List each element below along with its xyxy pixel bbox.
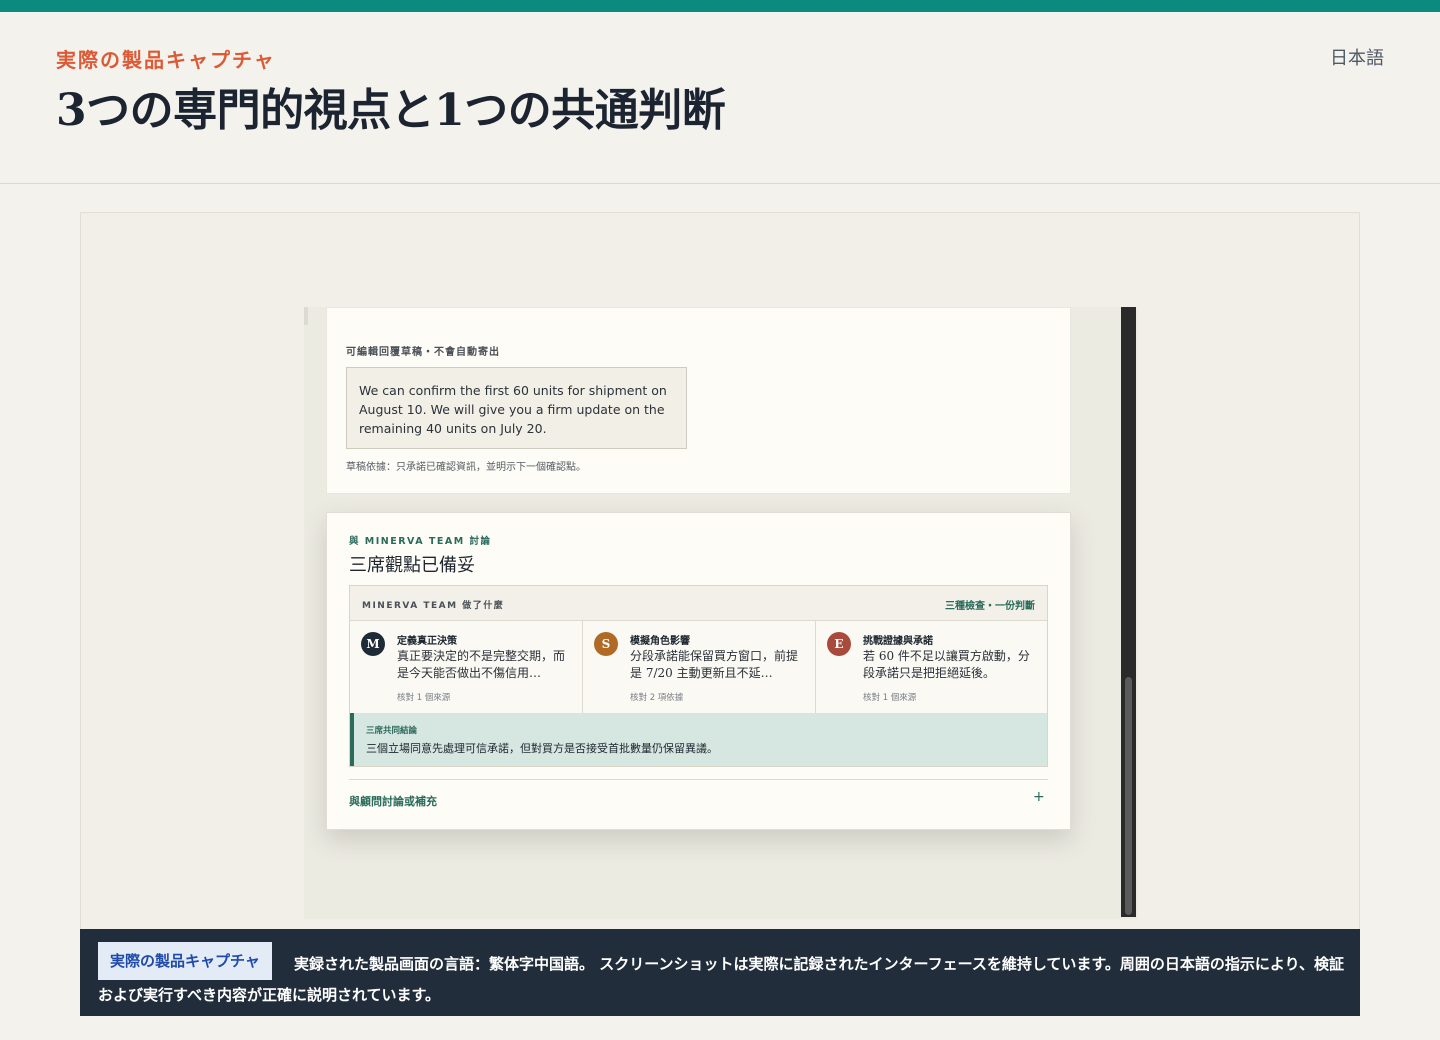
shared-conclusion: 三席共同結論 三個立場同意先處理可信承諾，但對買方是否接受首批數量仍保留異議。: [350, 713, 1047, 766]
role-source-count: 核對 1 個來源: [863, 693, 917, 703]
shared-conclusion-label: 三席共同結論: [366, 726, 418, 736]
avatar: S: [594, 632, 618, 656]
draft-card-title: 可編輯回覆草稿・不會自動寄出: [346, 347, 500, 358]
product-screenshot: 可編輯回覆草稿・不會自動寄出 We can confirm the first …: [304, 307, 1138, 919]
team-summary-box: MINERVA TEAM 做了什麼 三種檢查・一份判斷 M 定義真正決策 真正要…: [349, 585, 1048, 767]
caption-badge: 実際の製品キャプチャ: [98, 942, 272, 980]
plus-icon[interactable]: +: [1033, 790, 1045, 804]
draft-reply-text[interactable]: We can confirm the first 60 units for sh…: [346, 367, 687, 449]
team-summary-header: MINERVA TEAM 做了什麼 三種檢查・一份判斷: [350, 586, 1047, 621]
scrollbar-thumb[interactable]: [1125, 677, 1132, 915]
team-card-eyebrow: 與 MINERVA TEAM 討論: [349, 536, 492, 547]
avatar: E: [827, 632, 851, 656]
team-summary-header-label: MINERVA TEAM 做了什麼: [362, 601, 505, 611]
screenshot-frame: 可編輯回覆草稿・不會自動寄出 We can confirm the first …: [80, 212, 1360, 1016]
role-title: 模擬角色影響: [630, 636, 690, 647]
role-card-e[interactable]: E 挑戰證據與承諾 若 60 件不足以讓買方啟動，分段承諾只是把拒絕延後。 核對…: [816, 621, 1049, 713]
role-title: 挑戰證據與承諾: [863, 636, 933, 647]
role-card-s[interactable]: S 模擬角色影響 分段承諾能保留買方窗口，前提是 7/20 主動更新且不延… 核…: [583, 621, 816, 713]
team-discussion-card: 與 MINERVA TEAM 討論 三席觀點已備妥 MINERVA TEAM 做…: [326, 512, 1071, 830]
avatar: M: [361, 632, 385, 656]
role-title: 定義真正決策: [397, 636, 457, 647]
role-summary: 若 60 件不足以讓買方啟動，分段承諾只是把拒絕延後。: [863, 649, 1030, 680]
discuss-with-advisor-toggle[interactable]: 與顧問討論或補充: [349, 793, 437, 809]
team-summary-header-tagline: 三種檢查・一份判斷: [945, 601, 1035, 612]
page-title: 3つの専門的視点と1つの共通判断: [56, 85, 726, 136]
top-accent-bar: [0, 0, 1440, 12]
draft-reply-card: 可編輯回覆草稿・不會自動寄出 We can confirm the first …: [326, 307, 1071, 494]
team-card-title: 三席觀點已備妥: [349, 555, 475, 576]
page-header: 実際の製品キャプチャ 3つの専門的視点と1つの共通判断 日本語: [0, 12, 1440, 184]
divider: [349, 779, 1048, 780]
shared-conclusion-text: 三個立場同意先處理可信承諾，但對買方是否接受首批數量仍保留異議。: [366, 742, 718, 755]
role-card-m[interactable]: M 定義真正決策 真正要決定的不是完整交期，而是今天能否做出不傷信用… 核對 1…: [350, 621, 583, 713]
draft-basis-note: 草稿依據：只承諾已確認資訊，並明示下一個確認點。: [346, 462, 586, 473]
caption-bar: 実録された製品画面の言語：繁体字中国語。 スクリーンショットは実際に記録されたイ…: [80, 929, 1360, 1016]
section-eyebrow: 実際の製品キャプチャ: [56, 48, 276, 72]
language-switcher[interactable]: 日本語: [1330, 44, 1384, 70]
caption-text: 実録された製品画面の言語：繁体字中国語。 スクリーンショットは実際に記録されたイ…: [98, 955, 1344, 1004]
screenshot-edge: [304, 307, 308, 325]
role-summary: 分段承諾能保留買方窗口，前提是 7/20 主動更新且不延…: [630, 649, 799, 680]
role-summary: 真正要決定的不是完整交期，而是今天能否做出不傷信用…: [397, 649, 566, 680]
role-source-count: 核對 2 項依據: [630, 693, 684, 703]
role-source-count: 核對 1 個來源: [397, 693, 451, 703]
